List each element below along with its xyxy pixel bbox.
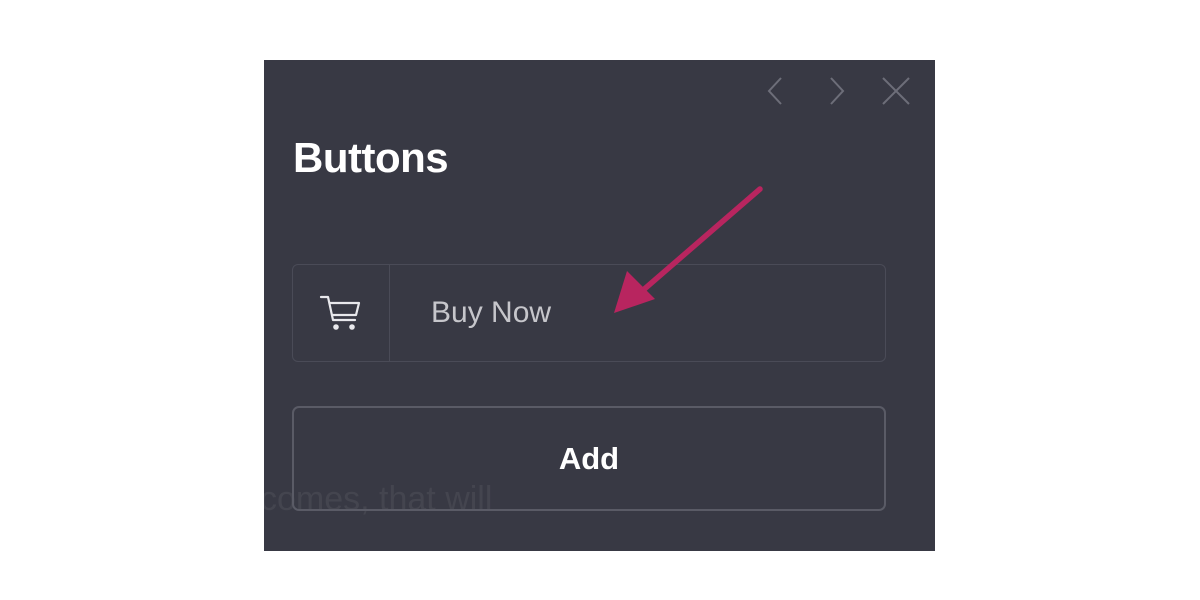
add-button[interactable]: Add	[292, 406, 886, 511]
chevron-left-icon[interactable]	[759, 74, 793, 108]
chevron-right-icon[interactable]	[819, 74, 853, 108]
buy-now-button-item[interactable]: Buy Now	[292, 264, 886, 362]
buttons-panel: Buttons Buy Now comes, that will Add	[264, 60, 935, 551]
shopping-cart-icon	[293, 265, 390, 361]
panel-controls	[759, 74, 913, 108]
close-icon[interactable]	[879, 74, 913, 108]
stage: Buttons Buy Now comes, that will Add	[0, 0, 1200, 600]
buy-now-label: Buy Now	[431, 296, 552, 329]
panel-title: Buttons	[293, 134, 449, 181]
